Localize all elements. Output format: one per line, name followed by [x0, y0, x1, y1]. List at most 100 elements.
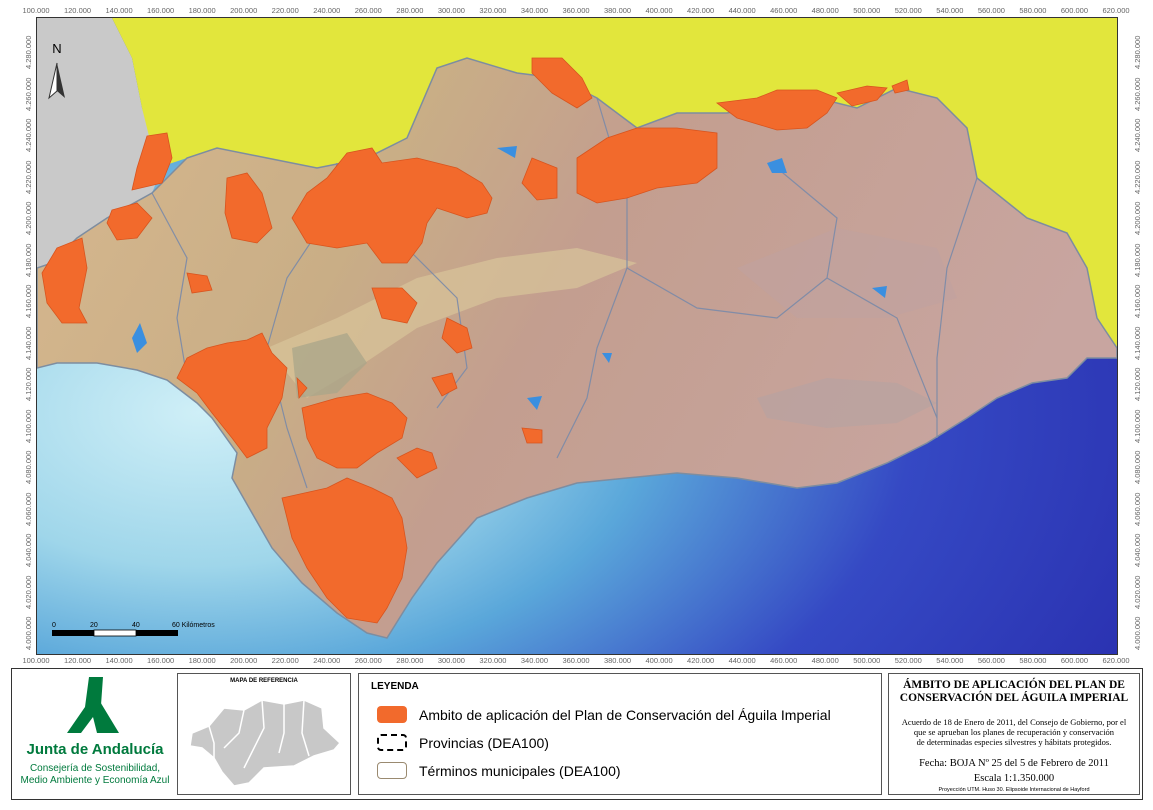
- legend-swatch-provinces: [377, 734, 407, 751]
- x-tick-label: 300.000: [437, 656, 465, 665]
- scale-label-60: 60 Kilómetros: [172, 622, 215, 629]
- bottom-panel: Junta de Andalucía Consejería de Sosteni…: [11, 668, 1143, 800]
- x-tick-label: 280.000: [396, 6, 424, 15]
- x-tick-label: 260.000: [354, 656, 382, 665]
- logo-block: Junta de Andalucía Consejería de Sosteni…: [16, 673, 174, 793]
- x-tick-label: 100.000: [22, 6, 50, 15]
- y-tick-label: 4.020.000: [24, 575, 33, 609]
- legend-label-provinces: Provincias (DEA100): [419, 734, 549, 751]
- department-line-1: Consejería de Sostenibilidad,: [29, 763, 161, 774]
- x-tick-label: 620.000: [1102, 6, 1130, 15]
- y-tick-label: 4.280.000: [1133, 35, 1142, 69]
- y-tick-label: 4.240.000: [1133, 118, 1142, 152]
- legend-item-plan-area: Ambito de aplicación del Plan de Conserv…: [377, 706, 831, 723]
- x-tick-label: 560.000: [977, 656, 1005, 665]
- x-tick-label: 400.000: [645, 656, 673, 665]
- legend-swatch-plan-area: [377, 706, 407, 723]
- legend-title: LEYENDA: [371, 681, 419, 692]
- info-title: ÁMBITO DE APLICACIÓN DEL PLAN DE CONSERV…: [889, 679, 1139, 705]
- y-tick-label: 4.040.000: [1133, 533, 1142, 567]
- y-tick-label: 4.280.000: [24, 35, 33, 69]
- x-tick-label: 120.000: [63, 656, 92, 665]
- x-tick-label: 380.000: [603, 6, 632, 15]
- y-tick-label: 4.080.000: [1133, 450, 1142, 484]
- x-tick-label: 500.000: [853, 6, 881, 15]
- x-tick-label: 460.000: [770, 656, 798, 665]
- y-tick-label: 4.200.000: [24, 201, 33, 235]
- x-tick-label: 300.000: [437, 6, 465, 15]
- info-description: Acuerdo de 18 de Enero de 2011, del Cons…: [889, 717, 1139, 747]
- y-tick-label: 4.040.000: [24, 533, 33, 567]
- junta-andalucia-logo-icon: [67, 677, 119, 733]
- x-tick-label: 160.000: [147, 656, 175, 665]
- y-tick-label: 4.140.000: [24, 326, 33, 360]
- x-tick-label: 560.000: [977, 6, 1005, 15]
- y-tick-label: 4.000.000: [24, 616, 33, 650]
- y-tick-label: 4.020.000: [1133, 575, 1142, 609]
- y-tick-label: 4.180.000: [24, 243, 33, 277]
- info-date: Fecha: BOJA Nº 25 del 5 de Febrero de 20…: [919, 758, 1109, 769]
- scale-label-0: 0: [52, 622, 56, 629]
- y-tick-label: 4.260.000: [1133, 77, 1142, 111]
- map-canvas: N 0 20 40 60 Kilómetros: [37, 18, 1117, 654]
- reference-map-box: MAPA DE REFERENCIA: [177, 673, 351, 795]
- y-tick-label: 4.160.000: [24, 284, 33, 318]
- y-tick-label: 4.120.000: [24, 367, 33, 401]
- x-tick-label: 540.000: [936, 6, 964, 15]
- x-tick-label: 220.000: [271, 6, 299, 15]
- x-tick-label: 400.000: [645, 6, 673, 15]
- x-tick-label: 120.000: [63, 6, 92, 15]
- x-tick-label: 260.000: [354, 6, 382, 15]
- y-tick-label: 4.140.000: [1133, 326, 1142, 360]
- main-map[interactable]: N 0 20 40 60 Kilómetros: [36, 17, 1118, 655]
- y-tick-label: 4.060.000: [1133, 492, 1142, 526]
- x-tick-label: 500.000: [853, 656, 881, 665]
- x-tick-label: 520.000: [894, 6, 922, 15]
- x-tick-label: 540.000: [936, 656, 964, 665]
- x-tick-label: 200.000: [230, 656, 258, 665]
- scale-label-20: 20: [90, 622, 98, 629]
- x-tick-label: 340.000: [520, 656, 549, 665]
- y-axis-ticks-right: 4.280.000 4.260.000 4.240.000 4.220.000 4.20…: [1125, 17, 1142, 653]
- y-axis-ticks-left: 4.280.000 4.260.000 4.240.000 4.220.000 4.20…: [16, 17, 33, 653]
- x-tick-label: 240.000: [313, 6, 341, 15]
- x-tick-label: 480.000: [811, 6, 839, 15]
- x-tick-label: 420.000: [687, 6, 715, 15]
- x-tick-label: 380.000: [603, 656, 632, 665]
- x-tick-label: 320.000: [479, 6, 507, 15]
- y-tick-label: 4.180.000: [1133, 243, 1142, 277]
- y-tick-label: 4.100.000: [1133, 409, 1142, 443]
- x-axis-ticks-bottom: 100.000 120.000 140.000 160.000 180.000 200.0…: [22, 655, 1129, 667]
- y-tick-label: 4.100.000: [24, 409, 33, 443]
- x-tick-label: 440.000: [728, 6, 756, 15]
- y-tick-label: 4.260.000: [24, 77, 33, 111]
- x-tick-label: 520.000: [894, 656, 922, 665]
- x-tick-label: 460.000: [770, 6, 798, 15]
- info-desc-line-1: Acuerdo de 18 de Enero de 2011, del Cons…: [901, 717, 1127, 727]
- x-tick-label: 580.000: [1019, 6, 1047, 15]
- info-title-line-1: ÁMBITO DE APLICACIÓN DEL PLAN DE: [903, 679, 1125, 691]
- x-tick-label: 580.000: [1019, 656, 1047, 665]
- legend-label-plan-area: Ambito de aplicación del Plan de Conserv…: [419, 706, 831, 723]
- x-tick-label: 440.000: [728, 656, 756, 665]
- x-tick-label: 200.000: [230, 6, 258, 15]
- reference-map-title: MAPA DE REFERENCIA: [230, 678, 298, 684]
- x-tick-label: 600.000: [1060, 6, 1089, 15]
- x-tick-label: 340.000: [520, 6, 549, 15]
- x-tick-label: 180.000: [188, 6, 216, 15]
- department-line-2: Medio Ambiente y Economía Azul: [20, 775, 170, 786]
- info-projection: Proyección UTM. Huso 30. Elipsoide Inter…: [938, 787, 1090, 793]
- y-tick-label: 4.220.000: [24, 160, 33, 194]
- scale-label-40: 40: [132, 622, 140, 629]
- org-name: Junta de Andalucía: [26, 741, 164, 758]
- department-name: Consejería de Sostenibilidad, Medio Ambi…: [16, 763, 174, 787]
- y-tick-label: 4.000.000: [1133, 616, 1142, 650]
- info-box: ÁMBITO DE APLICACIÓN DEL PLAN DE CONSERV…: [888, 673, 1140, 795]
- x-tick-label: 320.000: [479, 656, 507, 665]
- y-tick-label: 4.060.000: [24, 492, 33, 526]
- info-desc-line-2: que se aprueban los planes de recuperaci…: [913, 727, 1115, 737]
- x-tick-label: 620.000: [1102, 656, 1130, 665]
- y-tick-label: 4.120.000: [1133, 367, 1142, 401]
- x-tick-label: 140.000: [105, 6, 133, 15]
- reference-map-image: [189, 699, 342, 787]
